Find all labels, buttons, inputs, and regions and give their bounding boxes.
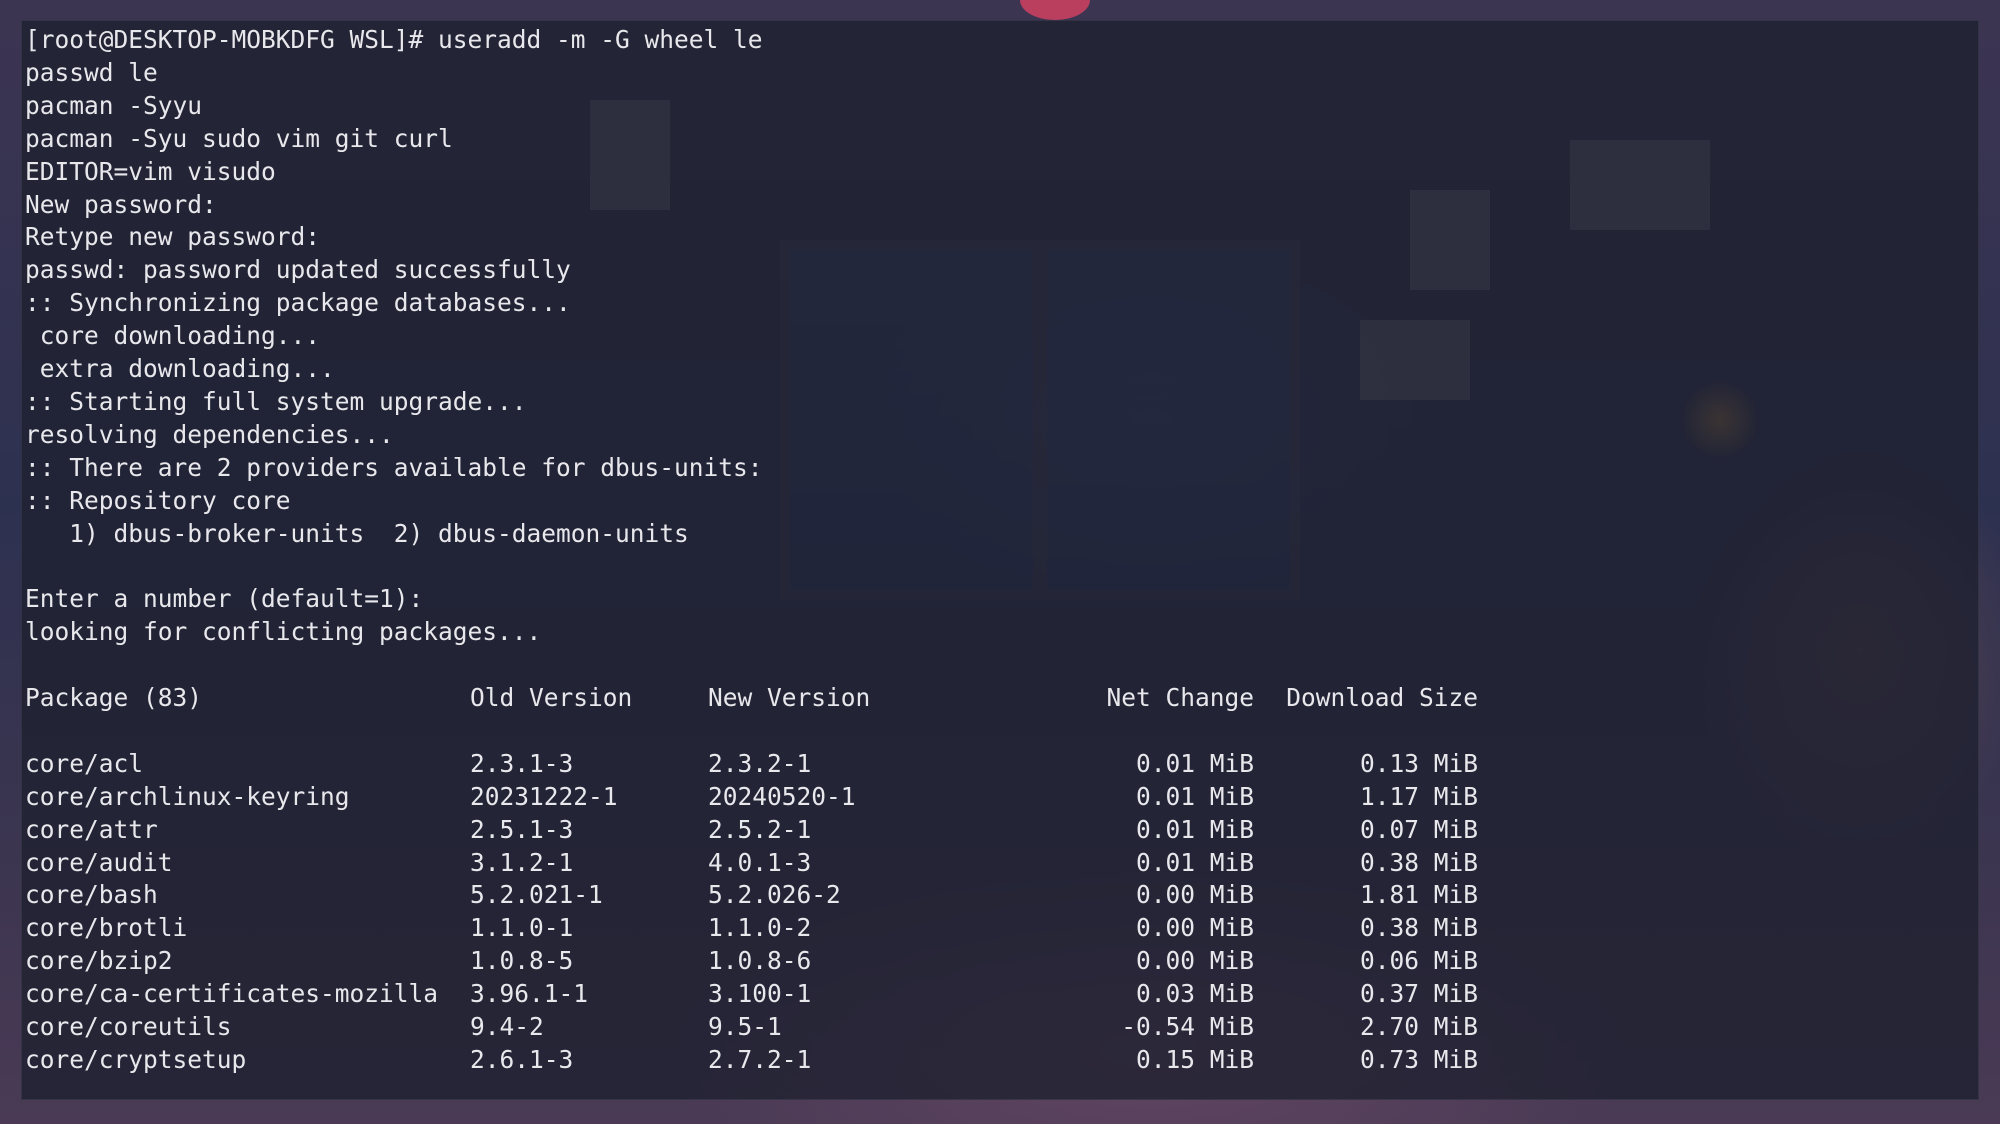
terminal-line: passwd: password updated successfully (25, 255, 571, 285)
table-row-cell: 1.0.8-6 (708, 946, 812, 976)
terminal-line: core downloading... (25, 321, 321, 351)
table-row-cell: 3.96.1-1 (470, 979, 589, 1009)
terminal-window[interactable]: [root@DESKTOP-MOBKDFG WSL]# useradd -m -… (21, 20, 1979, 1100)
table-row-cell: core/bash (25, 880, 158, 910)
table-row-cell: 9.5-1 (708, 1012, 782, 1041)
table-row-cell: 2.5.1-3 (470, 814, 574, 844)
table-header-cell: Download Size (1286, 683, 1478, 712)
table-row-cell: 2.6.1-3 (470, 1044, 574, 1074)
table-row-cell: core/bzip2 (25, 946, 173, 976)
table-row-cell: 4.0.1-3 (708, 847, 812, 877)
ceiling-fan-light (1020, 0, 1090, 20)
table-row-cell: 0.00 MiB (1135, 913, 1254, 943)
table-row-cell: 1.17 MiB (1359, 781, 1478, 811)
table-row-cell: 0.00 MiB (1135, 946, 1254, 976)
terminal-line: pacman -Syu sudo vim git curl (25, 123, 453, 153)
terminal-line: :: Starting full system upgrade... (25, 386, 527, 416)
table-row-cell: 5.2.021-1 (470, 880, 603, 910)
table-row-cell: 2.70 MiB (1359, 1012, 1478, 1041)
table-row-cell: core/cryptsetup (25, 1044, 247, 1074)
terminal-line: looking for conflicting packages... (25, 617, 542, 647)
table-row-cell: 0.38 MiB (1359, 847, 1478, 877)
terminal-line: resolving dependencies... (25, 419, 394, 449)
terminal-line: pacman -Syyu (25, 90, 203, 120)
terminal-line: passwd le (25, 57, 158, 87)
terminal-line: EDITOR=vim visudo (25, 156, 276, 186)
table-row-cell: core/acl (25, 748, 144, 778)
terminal-line: :: Synchronizing package databases... (25, 288, 571, 318)
table-row-cell: 0.01 MiB (1135, 748, 1254, 778)
table-row-cell: 1.0.8-5 (470, 946, 574, 976)
terminal-line: :: There are 2 providers available for d… (25, 452, 763, 482)
table-row-cell: 0.37 MiB (1359, 979, 1478, 1009)
table-row-cell: 0.07 MiB (1359, 814, 1478, 844)
terminal-line: :: Repository core (25, 485, 291, 515)
table-row-cell: 3.1.2-1 (470, 847, 574, 877)
table-row-cell: core/archlinux-keyring (25, 781, 350, 811)
table-row-cell: 0.13 MiB (1359, 748, 1478, 778)
table-row-cell: 2.5.2-1 (708, 814, 812, 844)
table-row-cell: core/coreutils (25, 1012, 232, 1041)
table-row-cell: 5.2.026-2 (708, 880, 841, 910)
table-row-cell: 20240520-1 (708, 781, 856, 811)
table-row-cell: 0.38 MiB (1359, 913, 1478, 943)
table-row-cell: -0.54 MiB (1121, 1012, 1254, 1041)
table-row-cell: 2.7.2-1 (708, 1044, 812, 1074)
table-row-cell: 0.00 MiB (1135, 880, 1254, 910)
terminal-line: [root@DESKTOP-MOBKDFG WSL]# useradd -m -… (25, 25, 763, 54)
table-row-cell: 0.01 MiB (1135, 814, 1254, 844)
terminal-line: New password: (25, 189, 217, 219)
table-row-cell: core/ca-certificates-mozilla (25, 979, 439, 1009)
table-row-cell: 1.1.0-1 (470, 913, 574, 943)
table-header-cell: New Version (708, 683, 871, 712)
table-row-cell: 0.01 MiB (1135, 781, 1254, 811)
table-row-cell: 0.01 MiB (1135, 847, 1254, 877)
table-header-cell: Old Version (470, 683, 633, 712)
terminal-line: Enter a number (default=1): (25, 584, 424, 614)
table-row-cell: 1.81 MiB (1359, 880, 1478, 910)
table-header-cell: Net Change (1106, 683, 1254, 712)
table-header-cell: Package (83) (25, 683, 203, 712)
terminal-line: Retype new password: (25, 222, 321, 252)
table-row-cell: 9.4-2 (470, 1012, 544, 1041)
table-row-cell: 2.3.2-1 (708, 748, 812, 778)
table-row-cell: core/brotli (25, 913, 188, 943)
table-row-cell: 20231222-1 (470, 781, 618, 811)
table-row-cell: core/audit (25, 847, 173, 877)
table-row-cell: 0.06 MiB (1359, 946, 1478, 976)
table-row-cell: 3.100-1 (708, 979, 812, 1009)
terminal-line: 1) dbus-broker-units 2) dbus-daemon-unit… (25, 518, 689, 548)
table-row-cell: 1.1.0-2 (708, 913, 812, 943)
table-row-cell: 0.03 MiB (1135, 979, 1254, 1009)
table-row-cell: 0.15 MiB (1135, 1044, 1254, 1074)
table-row-cell: 2.3.1-3 (470, 748, 574, 778)
terminal-line: extra downloading... (25, 354, 335, 383)
table-row-cell: core/attr (25, 814, 158, 844)
table-row-cell: 0.73 MiB (1359, 1044, 1478, 1074)
